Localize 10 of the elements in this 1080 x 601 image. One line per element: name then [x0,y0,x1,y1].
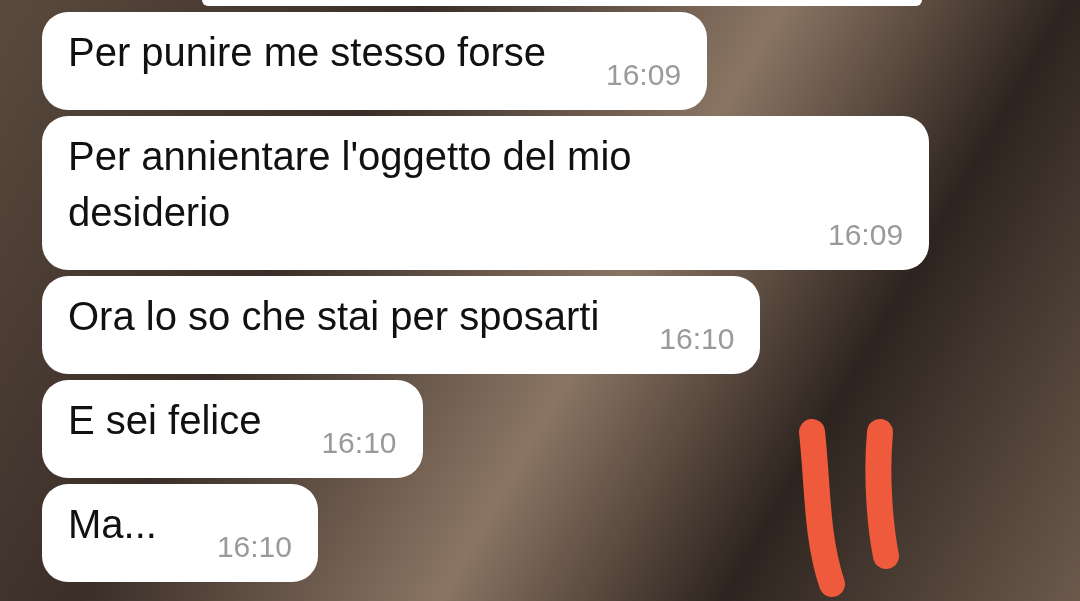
message-text: Ora lo so che stai per sposarti [68,293,600,340]
message-time: 16:09 [828,218,904,252]
message-time: 16:10 [321,426,397,460]
message-time: 16:10 [216,530,292,564]
message-text: Per punire me stesso forse [68,29,546,76]
message-text: E sei felice [68,397,262,444]
message-time: 16:09 [606,58,682,92]
message-text: Ma... [68,501,157,548]
message-time: 16:10 [659,322,735,356]
message-text: Per annientare l'oggetto del mio desiderio [68,133,633,236]
